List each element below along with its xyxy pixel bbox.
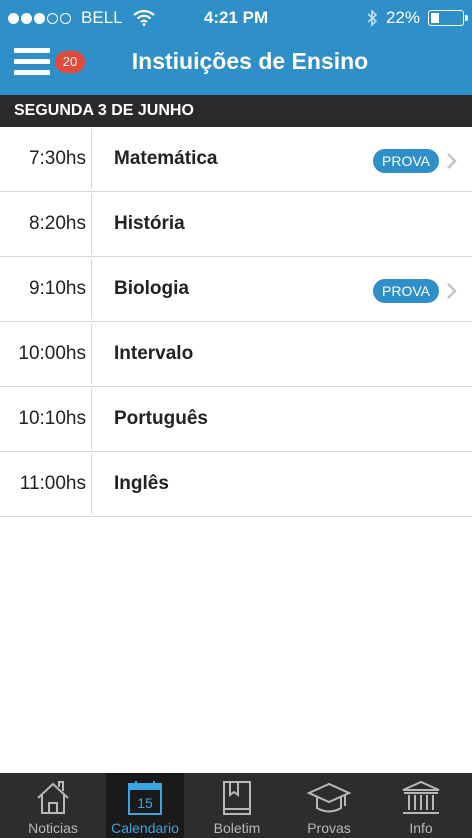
graduation-cap-icon bbox=[307, 782, 351, 813]
battery-percent: 22% bbox=[385, 8, 420, 27]
row-divider bbox=[91, 389, 92, 449]
row-subject: História bbox=[114, 213, 185, 234]
tab-boletim[interactable]: Boletim bbox=[184, 773, 290, 838]
row-time: 10:10hs bbox=[18, 408, 86, 429]
date-header: SEGUNDA 3 DE JUNHO bbox=[0, 95, 472, 127]
row-subject: Intervalo bbox=[114, 343, 194, 364]
tab-label: Provas bbox=[307, 820, 351, 836]
chevron-right-icon[interactable] bbox=[444, 149, 460, 173]
schedule-row[interactable]: 11:00hs Inglês bbox=[0, 452, 472, 517]
schedule-row[interactable]: 7:30hs Matemática PROVA bbox=[0, 127, 472, 192]
row-time: 8:20hs bbox=[28, 213, 86, 234]
row-divider bbox=[91, 324, 92, 384]
house-icon bbox=[37, 781, 69, 814]
tab-provas[interactable]: Provas bbox=[282, 773, 376, 838]
tab-label: Boletim bbox=[213, 820, 261, 836]
chevron-right-icon[interactable] bbox=[444, 279, 460, 303]
page-title: Instiuições de Ensino bbox=[131, 48, 369, 74]
row-time: 7:30hs bbox=[28, 148, 86, 169]
tab-label: Info bbox=[409, 820, 433, 836]
row-time: 9:10hs bbox=[28, 278, 86, 299]
status-bar: BELL 4:21 PM 22% bbox=[0, 0, 472, 36]
row-divider bbox=[91, 259, 92, 319]
schedule-row[interactable]: 8:20hs História bbox=[0, 192, 472, 257]
calendar-icon: 15 bbox=[128, 781, 162, 815]
row-subject: Inglês bbox=[114, 473, 169, 494]
tab-bar: Noticias 15 Calendario Boletim Provas In… bbox=[0, 773, 472, 838]
tab-label: Calendario bbox=[111, 820, 179, 836]
tab-noticias[interactable]: Noticias bbox=[0, 773, 106, 838]
row-divider bbox=[91, 129, 92, 189]
row-subject: Português bbox=[114, 408, 208, 429]
row-divider bbox=[91, 454, 92, 514]
schedule-row[interactable]: 10:10hs Português bbox=[0, 387, 472, 452]
tab-label: Noticias bbox=[28, 820, 78, 836]
row-subject: Matemática bbox=[114, 148, 218, 169]
app-header: BELL 4:21 PM 22% 20 Instiuições de Ensin… bbox=[0, 0, 472, 95]
book-icon bbox=[223, 781, 251, 815]
row-subject: Biologia bbox=[114, 278, 189, 299]
tab-calendario[interactable]: 15 Calendario bbox=[106, 773, 184, 838]
schedule-row[interactable]: 10:00hs Intervalo bbox=[0, 322, 472, 387]
battery-icon bbox=[428, 10, 468, 26]
building-icon bbox=[402, 780, 440, 814]
prova-badge[interactable]: PROVA bbox=[373, 149, 439, 173]
row-time: 11:00hs bbox=[19, 473, 86, 494]
calendar-day: 15 bbox=[137, 795, 153, 811]
row-time: 10:00hs bbox=[18, 343, 86, 364]
tab-info[interactable]: Info bbox=[376, 773, 466, 838]
schedule-row[interactable]: 9:10hs Biologia PROVA bbox=[0, 257, 472, 322]
row-divider bbox=[91, 194, 92, 254]
prova-badge[interactable]: PROVA bbox=[373, 279, 439, 303]
bluetooth-icon bbox=[367, 9, 378, 27]
schedule-list: 7:30hs Matemática PROVA 8:20hs História … bbox=[0, 127, 472, 517]
status-right: 22% bbox=[366, 8, 468, 28]
